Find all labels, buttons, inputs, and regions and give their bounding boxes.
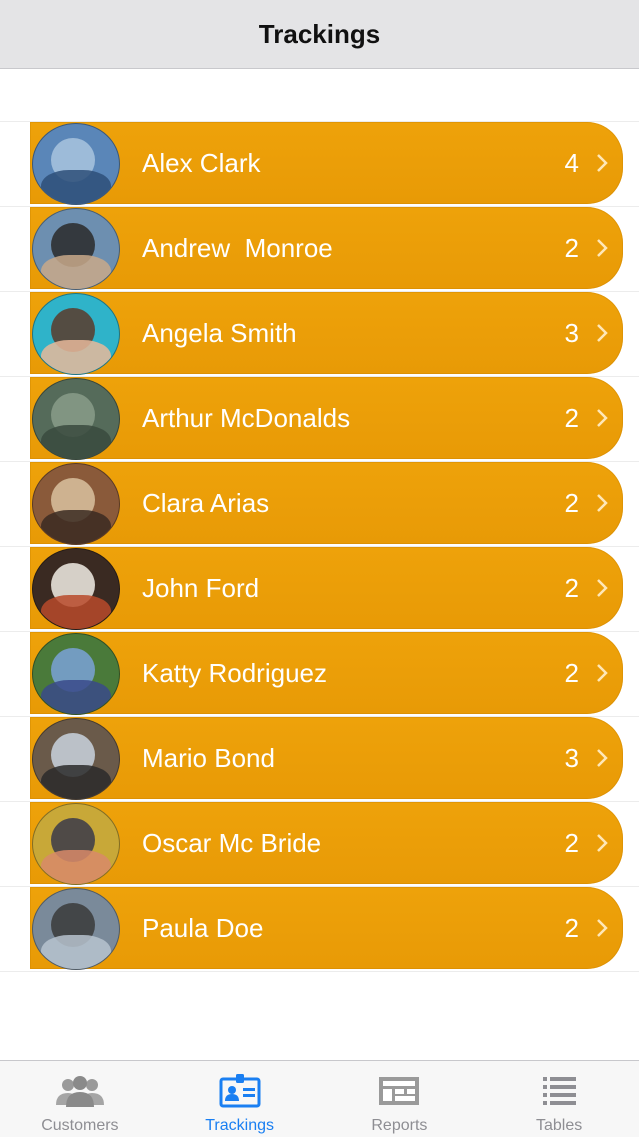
customer-name: Angela Smith (142, 318, 297, 348)
customer-name: Paula Doe (142, 913, 264, 943)
tracking-count: 2 (564, 828, 579, 858)
avatar-child (32, 633, 120, 715)
customer-name: Clara Arias (142, 488, 270, 518)
tracking-row[interactable]: Katty Rodriguez 2 (30, 632, 623, 715)
avatar-food (32, 548, 120, 630)
chevron-right-icon (597, 834, 608, 852)
tracking-row[interactable]: Mario Bond 3 (30, 717, 623, 800)
trackings-icon (219, 1074, 261, 1108)
customers-icon (55, 1076, 104, 1107)
customer-name: Arthur McDonalds (142, 403, 351, 433)
avatar-building (32, 123, 120, 205)
tab-customers[interactable]: Customers (0, 1061, 160, 1137)
tab-tables[interactable]: Tables (479, 1061, 639, 1137)
chevron-right-icon (597, 409, 608, 427)
avatar-photo-detail (41, 935, 111, 969)
tab-label: Reports (371, 1117, 428, 1134)
avatar-photo-detail (41, 255, 111, 289)
tab-label: Tables (536, 1117, 583, 1134)
tracking-row[interactable]: Oscar Mc Bride 2 (30, 802, 623, 885)
tracking-row[interactable]: Arthur McDonalds 2 (30, 377, 623, 460)
navigation-bar: Trackings (0, 0, 639, 69)
customer-name: John Ford (142, 573, 260, 603)
tracking-row[interactable]: Alex Clark 4 (30, 122, 623, 205)
chevron-right-icon (597, 154, 608, 172)
chevron-right-icon (597, 239, 608, 257)
tab-reports[interactable]: Reports (320, 1061, 480, 1137)
row-separator (0, 971, 639, 972)
tracking-count: 2 (564, 403, 579, 433)
avatar-photo-detail (41, 170, 111, 204)
avatar-photo-detail (41, 425, 111, 459)
avatar-kids (32, 803, 120, 885)
tracking-row[interactable]: Clara Arias 2 (30, 462, 623, 545)
avatar-photo-detail (41, 340, 111, 374)
tracking-row[interactable]: Andrew Monroe 2 (30, 207, 623, 290)
chevron-right-icon (597, 494, 608, 512)
chevron-right-icon (597, 749, 608, 767)
customer-name: Alex Clark (142, 148, 261, 178)
avatar-photo-detail (41, 510, 111, 544)
chevron-right-icon (597, 919, 608, 937)
tracking-count: 3 (564, 318, 579, 348)
tab-label: Customers (41, 1117, 119, 1134)
tracking-count: 2 (564, 658, 579, 688)
tab-label: Trackings (205, 1117, 274, 1134)
customer-name: Mario Bond (142, 743, 275, 773)
avatar-photo-detail (41, 680, 111, 714)
avatar-photo-detail (41, 850, 111, 884)
customer-name: Katty Rodriguez (142, 658, 327, 688)
tracking-count: 3 (564, 743, 579, 773)
avatar-landscape (32, 378, 120, 460)
avatar-photo-detail (41, 765, 111, 799)
avatar-photo-detail (41, 595, 111, 629)
customer-name: Andrew Monroe (142, 233, 333, 263)
tab-trackings[interactable]: Trackings (160, 1061, 320, 1137)
avatar-people (32, 718, 120, 800)
tracking-count: 4 (564, 148, 579, 178)
avatar-woman-pool (32, 293, 120, 375)
tracking-count: 2 (564, 233, 579, 263)
tracking-count: 2 (564, 488, 579, 518)
avatar-store (32, 463, 120, 545)
tracking-count: 2 (564, 913, 579, 943)
customer-name: Oscar Mc Bride (142, 828, 322, 858)
tracking-row[interactable]: Paula Doe 2 (30, 887, 623, 970)
chevron-right-icon (597, 664, 608, 682)
chevron-right-icon (597, 579, 608, 597)
page-title: Trackings (258, 18, 381, 49)
tracking-count: 2 (564, 573, 579, 603)
tables-icon (543, 1077, 577, 1105)
avatar-man (32, 208, 120, 290)
tracking-row[interactable]: Angela Smith 3 (30, 292, 623, 375)
chevron-right-icon (597, 324, 608, 342)
tracking-row[interactable]: John Ford 2 (30, 547, 623, 630)
avatar-car (32, 888, 120, 970)
tab-bar: Customers Trackings Reports Tables (0, 1060, 639, 1137)
reports-icon (379, 1077, 420, 1105)
